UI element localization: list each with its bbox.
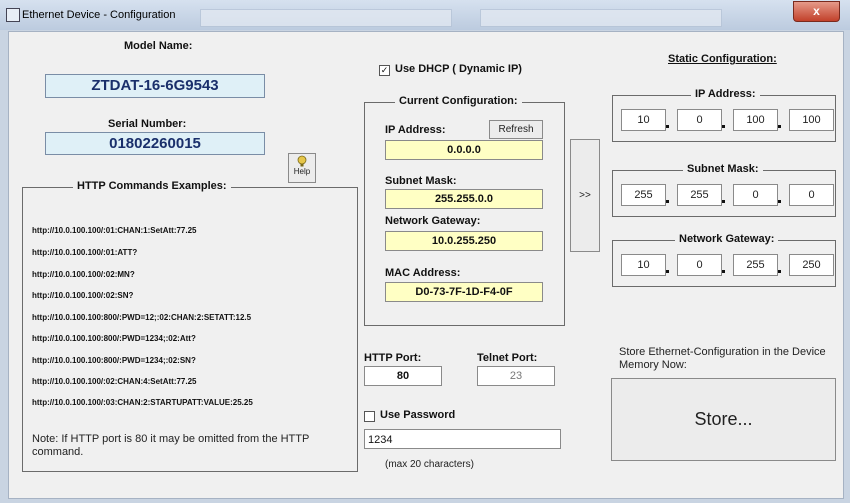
mac-address-label: MAC Address: [385,267,461,279]
current-subnet-label: Subnet Mask: [385,175,457,187]
current-gateway-field: 10.0.255.250 [385,231,543,251]
model-name-label: Model Name: [124,40,193,52]
use-password-checkbox[interactable] [364,411,375,422]
octet-separator [722,270,725,273]
current-ip-label: IP Address: [385,124,446,136]
store-button[interactable]: Store... [611,378,836,461]
octet-separator [778,270,781,273]
model-name-field: ZTDAT-16-6G9543 [45,74,265,98]
octet-separator [666,270,669,273]
octet-separator [778,200,781,203]
http-command-example: http://10.0.100.100/:02:SN? [32,291,134,300]
use-dhcp-label: Use DHCP ( Dynamic IP) [395,63,522,75]
app-icon [6,8,20,22]
use-password-label: Use Password [380,409,456,421]
static-subnet-octet-2[interactable]: 255 [677,184,722,206]
http-command-example: http://10.0.100.100/:01:CHAN:1:SetAtt:77… [32,226,197,235]
current-gateway-label: Network Gateway: [385,215,481,227]
http-command-example: http://10.0.100.100:800/:PWD=1234;:02:At… [32,334,196,343]
current-config-title: Current Configuration: [395,95,522,107]
static-gateway-octet-2[interactable]: 0 [677,254,722,276]
static-subnet-octet-3[interactable]: 0 [733,184,778,206]
serial-number-field: 01802260015 [45,132,265,155]
use-dhcp-checkbox[interactable]: ✓ [379,65,390,76]
static-ip-title: IP Address: [691,88,760,100]
static-ip-octet-2[interactable]: 0 [677,109,722,131]
password-input[interactable]: 1234 [364,429,561,449]
help-icon [297,155,307,167]
title-bar: Ethernet Device - Configuration x [0,0,850,30]
http-command-example: http://10.0.100.100:800/:PWD=1234;:02:SN… [32,356,196,365]
current-ip-field: 0.0.0.0 [385,140,543,160]
http-command-example: http://10.0.100.100/:02:MN? [32,270,135,279]
http-command-example: http://10.0.100.100:800/:PWD=12;:02:CHAN… [32,313,252,322]
mac-address-field: D0-73-7F-1D-F4-0F [385,282,543,302]
static-gateway-octet-4[interactable]: 250 [789,254,834,276]
static-subnet-octet-1[interactable]: 255 [621,184,666,206]
refresh-button[interactable]: Refresh [489,120,543,139]
static-ip-octet-4[interactable]: 100 [789,109,834,131]
static-gateway-title: Network Gateway: [675,233,779,245]
static-config-title: Static Configuration: [668,53,777,65]
help-button[interactable]: Help [288,153,316,183]
octet-separator [666,200,669,203]
http-command-example: http://10.0.100.100/:02:CHAN:4:SetAtt:77… [32,377,197,386]
http-examples-title: HTTP Commands Examples: [73,180,231,192]
background-window-ghost [480,9,722,27]
window-title: Ethernet Device - Configuration [22,9,176,21]
static-gateway-octet-3[interactable]: 255 [733,254,778,276]
store-description: Store Ethernet-Configuration in the Devi… [619,346,826,371]
static-gateway-octet-1[interactable]: 10 [621,254,666,276]
http-command-example: http://10.0.100.100/:01:ATT? [32,248,138,257]
telnet-port-label: Telnet Port: [477,352,538,364]
help-button-label: Help [293,167,311,176]
http-port-label: HTTP Port: [364,352,422,364]
close-button[interactable]: x [793,1,840,22]
background-window-ghost [200,9,452,27]
http-command-example: http://10.0.100.100/:03:CHAN:2:STARTUPAT… [32,398,253,407]
http-port-input[interactable]: 80 [364,366,442,386]
static-ip-octet-1[interactable]: 10 [621,109,666,131]
octet-separator [666,125,669,128]
current-subnet-field: 255.255.0.0 [385,189,543,209]
static-subnet-octet-4[interactable]: 0 [789,184,834,206]
password-hint: (max 20 characters) [385,459,474,470]
telnet-port-input[interactable]: 23 [477,366,555,386]
copy-to-static-button[interactable]: >> [570,139,600,252]
octet-separator [722,125,725,128]
http-port-note: Note: If HTTP port is 80 it may be omitt… [32,433,310,458]
static-ip-octet-3[interactable]: 100 [733,109,778,131]
octet-separator [722,200,725,203]
client-area: Model Name: ZTDAT-16-6G9543 Serial Numbe… [8,31,844,499]
static-subnet-title: Subnet Mask: [683,163,763,175]
serial-number-label: Serial Number: [108,118,187,130]
octet-separator [778,125,781,128]
